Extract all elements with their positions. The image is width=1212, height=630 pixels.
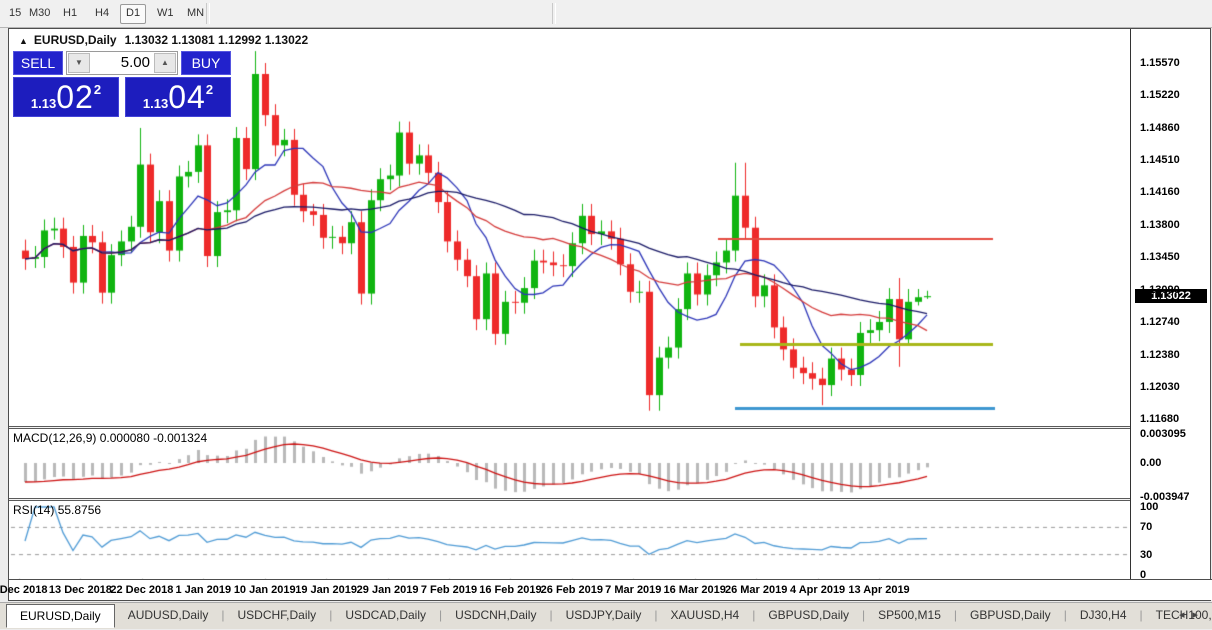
tab-usdjpy-daily[interactable]: USDJPY,Daily [553,604,655,628]
tab-eurusd-daily[interactable]: EURUSD,Daily [6,604,115,628]
rsi-value: 55.8756 [57,503,102,517]
tab-gbpusd-daily[interactable]: GBPUSD,Daily [957,604,1064,628]
timeframe-button-h4[interactable]: H4 [90,4,114,22]
rsi-axis-label: 100 [1140,501,1159,513]
price-axis-label: 1.13800 [1140,218,1180,231]
tab-sp500-m15[interactable]: SP500,M15 [865,604,954,628]
toolbar-separator [206,3,210,24]
collapse-arrow-icon[interactable]: ▲ [19,36,28,46]
tab-xauusd-h4[interactable]: XAUUSD,H4 [658,604,753,628]
buy-price-big: 04 [168,79,206,115]
date-axis-label: 22 Dec 2018 [110,584,174,596]
date-axis-label: 7 Feb 2019 [420,584,478,596]
price-axis-label: 1.13090 [1140,283,1180,296]
price-axis-label: 1.15570 [1140,57,1180,69]
price-axis[interactable]: 1.13022 1.15570 1.15220 1.14860 1.14510 1.14… [1130,29,1210,581]
tab-usdcad-daily[interactable]: USDCAD,Daily [332,604,439,628]
tab-gbpusd-daily[interactable]: GBPUSD,Daily [755,604,862,628]
price-axis-label: 1.14510 [1140,153,1180,166]
macd-axis-label: 0.003095 [1140,427,1186,440]
price-axis-label: 1.12740 [1140,315,1180,328]
volume-value[interactable]: 5.00 [121,54,150,71]
date-axis-label: 7 Mar 2019 [605,584,662,596]
price-axis-label: 1.12030 [1140,380,1180,393]
sell-price-big: 02 [56,79,94,115]
tab-usdchf-daily[interactable]: USDCHF,Daily [225,604,330,628]
tab-dj30-h4[interactable]: DJ30,H4 [1067,604,1140,628]
chart-tab-bar: EURUSD,Daily AUDUSD,Daily | USDCHF,Daily | US… [0,602,1212,629]
date-axis-label: 4 Dec 2018 [0,584,48,596]
date-axis-label: 4 Apr 2019 [789,584,846,596]
timeframe-button-d1[interactable]: D1 [120,4,147,24]
date-axis-label: 26 Mar 2019 [724,584,788,596]
trading-terminal-window: 15 M30 H1 H4 D1 W1 MN ▲ EURUSD,Daily 1.13032 1.1… [0,0,1212,630]
tab-audusd-daily[interactable]: AUDUSD,Daily [115,604,222,628]
macd-values: 0.000080 -0.001324 [99,431,208,445]
date-axis-label: 19 Jan 2019 [295,584,358,596]
chart-window: ▲ EURUSD,Daily 1.13032 1.13081 1.12992 1.1… [0,28,1212,602]
macd-title: MACD(12,26,9) [13,431,97,445]
timeframe-button-h1[interactable]: H1 [58,4,82,22]
date-axis-label: 1 Jan 2019 [175,584,232,596]
rsi-label: RSI(14) 55.8756 [13,503,101,517]
timeframe-button-m30[interactable]: M30 [24,4,55,22]
chart-title: ▲ EURUSD,Daily 1.13032 1.13081 1.12992 1.1… [19,33,308,47]
date-axis-label: 13 Apr 2019 [848,584,910,596]
macd-label: MACD(12,26,9) 0.000080 -0.001324 [13,431,207,445]
price-axis-label: 1.11680 [1140,412,1180,425]
price-axis-label: 1.14160 [1140,186,1180,198]
one-click-trading-widget: SELL ▼ 5.00 ▲ BUY 1.13022 1.13042 [13,49,239,141]
tab-scroll-left-icon[interactable]: ◂ [1179,609,1193,621]
tab-usdcnh-daily[interactable]: USDCNH,Daily [442,604,549,628]
buy-price-sup: 2 [205,82,214,97]
price-axis-label: 1.14860 [1140,121,1180,134]
volume-decrease-icon[interactable]: ▼ [68,53,90,73]
buy-button[interactable]: BUY [181,51,231,75]
price-axis-label: 1.13450 [1140,250,1180,263]
sell-price-sup: 2 [93,82,102,97]
date-axis-label: 16 Mar 2019 [663,584,726,596]
rsi-title: RSI(14) [13,503,55,517]
timeframe-button-w1[interactable]: W1 [152,4,179,22]
rsi-axis-label: 70 [1140,521,1153,534]
symbol-title: EURUSD,Daily [33,33,117,47]
timeframe-toolbar: 15 M30 H1 H4 D1 W1 MN [0,0,1212,28]
sell-price-panel[interactable]: 1.13022 [13,77,119,117]
date-axis-label: 10 Jan 2019 [233,584,296,596]
volume-increase-icon[interactable]: ▲ [154,53,176,73]
price-axis-label: 1.15220 [1140,89,1180,102]
buy-price-panel[interactable]: 1.13042 [125,77,231,117]
quote-ohlc: 1.13032 1.13081 1.12992 1.13022 [124,33,309,47]
date-axis-label: 26 Feb 2019 [540,584,604,596]
time-axis[interactable]: 4 Dec 201813 Dec 201822 Dec 20181 Jan 20… [0,579,1212,600]
chart-tabs: EURUSD,Daily AUDUSD,Daily | USDCHF,Daily | US… [6,604,1212,628]
date-axis-label: 16 Feb 2019 [479,584,542,596]
price-axis-label: 1.12380 [1140,348,1180,361]
volume-field[interactable]: ▼ 5.00 ▲ [66,51,178,75]
timeframe-button-15[interactable]: 15 [4,4,26,22]
sell-price-small: 1.13 [30,96,57,111]
buy-price-small: 1.13 [142,96,169,111]
tab-scroll-arrows: ◂▸ [1179,608,1206,621]
sell-button[interactable]: SELL [13,51,63,75]
macd-axis-label: 0.00 [1140,457,1162,469]
tab-scroll-right-icon[interactable]: ▸ [1192,609,1206,621]
date-axis-label: 13 Dec 2018 [48,584,112,596]
date-axis-label: 29 Jan 2019 [356,584,419,596]
rsi-axis-label: 30 [1140,548,1153,561]
toolbar-separator [552,3,556,24]
